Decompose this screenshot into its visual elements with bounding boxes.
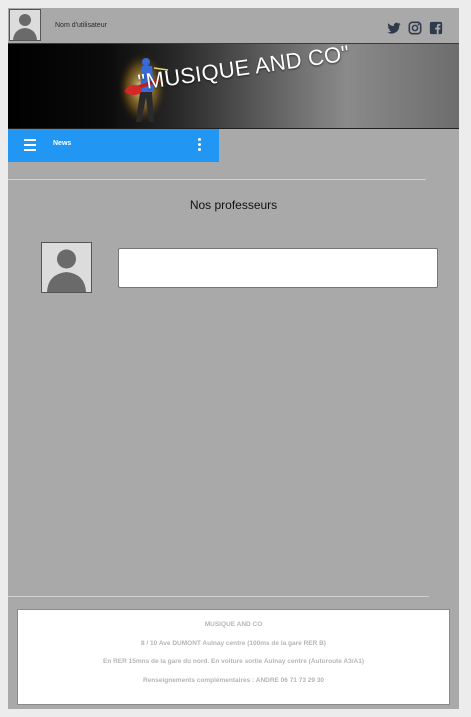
footer-title: MUSIQUE AND CO xyxy=(204,621,263,628)
twitter-icon[interactable] xyxy=(387,20,401,36)
instagram-icon[interactable] xyxy=(408,20,422,36)
section-title: Nos professeurs xyxy=(189,198,278,212)
teacher-info-box xyxy=(118,248,438,288)
person-silhouette-icon xyxy=(42,243,91,292)
user-avatar[interactable] xyxy=(9,9,41,41)
menu-icon[interactable] xyxy=(24,139,36,151)
footer-address: 8 / 10 Ave DUMONT Aulnay centre (100ms d… xyxy=(141,639,326,647)
footer-directions: En RER 15mns de la gare du nord. En voit… xyxy=(102,658,364,665)
divider xyxy=(8,179,426,180)
nav-item-news[interactable]: News xyxy=(53,140,71,147)
footer-contact: Renseignements complémentaires : ANDRE 0… xyxy=(142,676,325,684)
username-label: Nom d'utilisateur xyxy=(55,22,107,29)
footer: MUSIQUE AND CO 8 / 10 Ave DUMONT Aulnay … xyxy=(17,609,450,705)
divider xyxy=(8,596,429,597)
facebook-icon[interactable] xyxy=(429,20,443,36)
top-bar: Nom d'utilisateur xyxy=(8,8,459,44)
page: Nom d'utilisateur "MUSIQUE AND CO" News … xyxy=(8,8,459,709)
person-silhouette-icon xyxy=(10,10,40,40)
navbar: News xyxy=(8,129,219,162)
banner: "MUSIQUE AND CO" xyxy=(8,44,459,129)
more-options-icon[interactable] xyxy=(198,138,202,152)
teacher-avatar xyxy=(41,242,92,293)
